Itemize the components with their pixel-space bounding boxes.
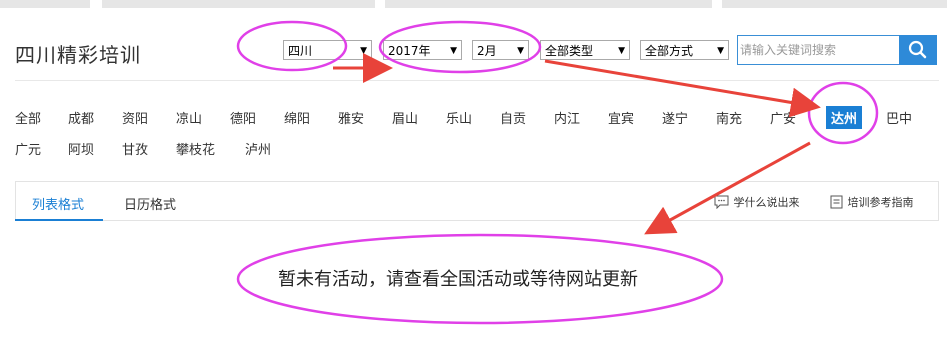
annotation-arrow: [544, 59, 821, 118]
annotation-arrow: [644, 141, 811, 235]
annotation-ellipse: [236, 233, 724, 325]
annotation-ellipse: [236, 20, 348, 72]
annotation-overlay: [236, 20, 879, 325]
annotation-ellipse: [807, 81, 879, 145]
annotation-ellipse: [378, 20, 542, 74]
